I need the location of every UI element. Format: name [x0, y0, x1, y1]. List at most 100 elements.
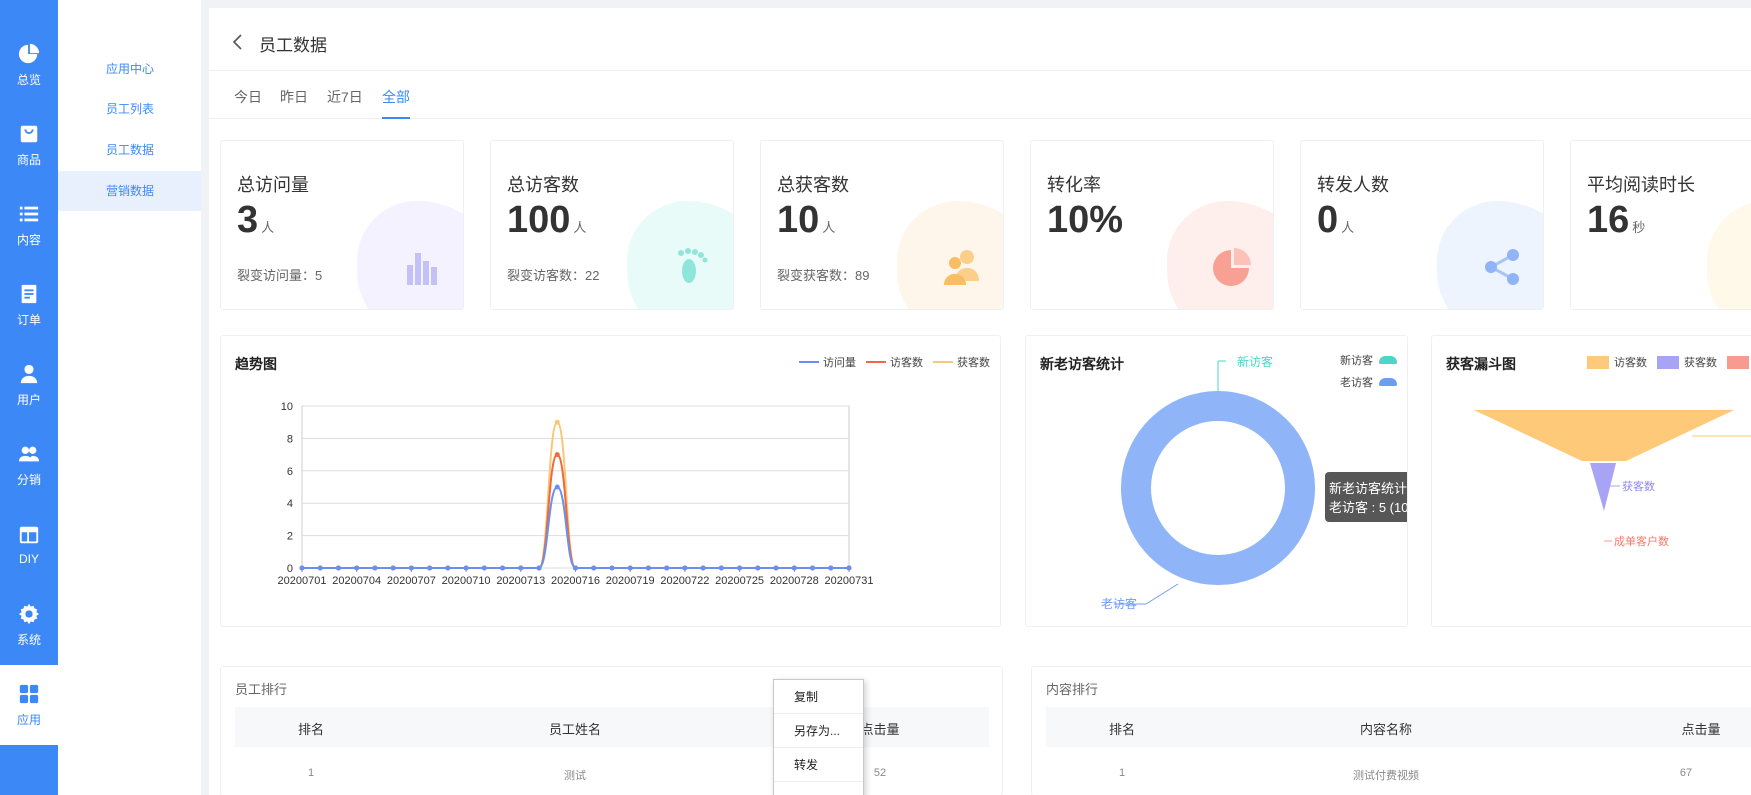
series-point-1	[718, 565, 724, 571]
card-title: 总访问量	[237, 175, 309, 195]
list-icon	[19, 206, 39, 221]
ranking-title: 内容排行	[1046, 682, 1099, 697]
pie-icon	[1213, 248, 1251, 286]
page-header: 员工数据	[209, 8, 1751, 71]
x-tick-label: 20200713	[496, 575, 545, 587]
nav-users[interactable]: 用户	[0, 345, 58, 425]
gear-icon	[18, 603, 40, 624]
series-point-1	[773, 565, 779, 571]
context-menu-copy[interactable]: 复制	[774, 680, 863, 714]
x-tick-label: 20200722	[660, 575, 709, 587]
series-point-2	[554, 452, 560, 458]
visitor-chart-panel: 新老访客统计 新访客 老访客 新访客 老访客 新老访客统计 老访客 : 5 (1…	[1025, 335, 1408, 627]
stat-card-total-visits: 总访问量 3人 裂变访问量：5	[220, 140, 464, 310]
stat-card-avg-read-time: 平均阅读时长 16 秒	[1570, 140, 1751, 310]
series-point-1	[573, 565, 578, 571]
cell-rank: 1	[1118, 767, 1126, 779]
tab-all[interactable]: 全部	[382, 87, 410, 119]
x-tick-label: 20200731	[825, 575, 874, 587]
user-icon	[20, 364, 38, 383]
shopping-bag-icon	[20, 125, 38, 142]
nav-diy[interactable]: DIY	[0, 505, 58, 585]
order-icon	[21, 284, 37, 303]
card-value: 10%	[1047, 199, 1124, 241]
table-header: 排名 员工姓名 点击量	[235, 707, 989, 747]
x-tick-label: 20200710	[442, 575, 491, 587]
series-line-1	[301, 485, 849, 569]
subnav-app-center[interactable]: 应用中心	[58, 49, 201, 89]
tab-today[interactable]: 今日	[234, 87, 262, 119]
context-menu-save-as[interactable]: 另存为...	[774, 714, 863, 748]
column-header: 点击量	[860, 722, 900, 737]
card-value: 0人	[1317, 199, 1355, 241]
funnel-label-orders: 成单客户数	[1614, 534, 1669, 548]
series-point-1	[554, 484, 560, 490]
back-arrow-icon[interactable]	[231, 34, 245, 50]
secondary-sidebar: 应用中心 员工列表 员工数据 营销数据	[58, 0, 201, 795]
cell-clicks: 67	[1679, 767, 1693, 779]
series-line-2	[301, 453, 849, 569]
cell-name: 测试付费视频	[1353, 770, 1419, 782]
tab-yesterday[interactable]: 昨日	[280, 87, 308, 119]
x-tick-label: 20200719	[606, 575, 655, 587]
share-icon	[1485, 249, 1519, 285]
x-tick-label: 20200701	[278, 575, 327, 587]
card-value: 100 人	[507, 199, 587, 241]
series-point-1	[317, 565, 323, 571]
series-point-1	[645, 565, 651, 571]
context-menu: 复制 另存为... 转发	[773, 679, 864, 795]
subnav-marketing-data[interactable]: 营销数据	[58, 171, 201, 211]
y-tick-label: 8	[287, 433, 293, 445]
x-tick-label: 20200728	[770, 575, 819, 587]
page-title: 员工数据	[259, 36, 327, 55]
nav-orders[interactable]: 订单	[0, 265, 58, 345]
content-ranking-panel: 内容排行 排名 内容名称 点击量 1 测试付费视频 67	[1031, 666, 1751, 795]
nav-overview[interactable]: 总览	[0, 25, 58, 105]
column-header: 排名	[297, 722, 325, 737]
series-point-1	[664, 565, 670, 571]
x-tick-label: 20200704	[332, 575, 381, 587]
chart-tooltip: 新老访客统计 老访客 : 5 (10	[1325, 472, 1407, 522]
cell-rank: 1	[307, 767, 315, 779]
nav-label: 内容	[16, 232, 41, 247]
primary-sidebar: 总览 商品 内容 订单 用户 分销 DIY 系统 应用	[0, 0, 58, 795]
nav-system[interactable]: 系统	[0, 585, 58, 665]
nav-distribution[interactable]: 分销	[0, 425, 58, 505]
nav-goods[interactable]: 商品	[0, 105, 58, 185]
series-point-1	[335, 565, 341, 571]
card-unit: 人	[822, 220, 836, 235]
nav-label: 用户	[16, 392, 41, 407]
subnav-staff-list[interactable]: 员工列表	[58, 89, 201, 129]
stat-card-total-customers: 总获客数 10 人 裂变获客数：89	[760, 140, 1004, 310]
y-tick-label: 6	[287, 466, 293, 478]
card-value: 3人	[237, 199, 275, 241]
x-tick-label: 20200707	[387, 575, 436, 587]
series-point-1	[846, 565, 852, 571]
series-point-1	[390, 565, 396, 571]
card-value: 16 秒	[1587, 199, 1646, 241]
stat-card-forwarders: 转发人数 0人	[1300, 140, 1544, 310]
series-point-1	[700, 565, 706, 571]
plot-frame	[301, 405, 850, 569]
card-subtext: 裂变访问量：5	[237, 268, 323, 283]
subnav-staff-data[interactable]: 员工数据	[58, 130, 201, 170]
funnel-chart: 获客数 成单客户数	[1474, 410, 1751, 548]
cell-name: 测试	[564, 770, 586, 782]
series-point-1	[500, 565, 506, 571]
series-point-1	[737, 565, 743, 571]
series-point-1	[609, 565, 615, 571]
nav-content[interactable]: 内容	[0, 185, 58, 265]
context-menu-forward[interactable]: 转发	[774, 748, 863, 782]
nav-apps[interactable]: 应用	[0, 665, 58, 745]
tab-last-7-days[interactable]: 近7日	[327, 87, 363, 119]
nav-label: 总览	[16, 72, 41, 87]
pie-chart-icon	[18, 43, 40, 63]
series-point-1	[427, 565, 433, 571]
series-point-1	[408, 565, 414, 571]
x-tick-label: 20200725	[715, 575, 764, 587]
cell-clicks: 52	[873, 767, 887, 779]
users-icon	[18, 446, 40, 461]
stat-card-conversion-rate: 转化率 10%	[1030, 140, 1274, 310]
column-header: 员工姓名	[548, 722, 602, 737]
series-point-1	[791, 565, 797, 571]
